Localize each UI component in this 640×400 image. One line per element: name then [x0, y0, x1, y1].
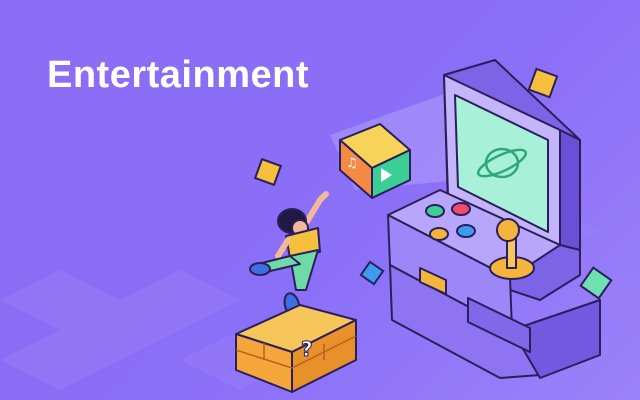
entertainment-banner: Entertainment ♫ ? — [0, 0, 640, 400]
svg-text:?: ? — [301, 337, 313, 361]
music-note-icon: ♫ — [346, 156, 358, 171]
svg-text:♫: ♫ — [346, 156, 358, 171]
floating-square — [527, 67, 559, 99]
red-button — [451, 202, 471, 216]
jumping-person — [249, 191, 329, 318]
floating-square — [359, 260, 385, 286]
illustration: ♫ ? — [0, 59, 640, 393]
floating-square — [253, 157, 283, 187]
green-button — [425, 204, 445, 218]
question-mark-icon: ? — [301, 337, 314, 362]
yellow-button — [429, 227, 449, 241]
blue-button — [456, 224, 476, 238]
